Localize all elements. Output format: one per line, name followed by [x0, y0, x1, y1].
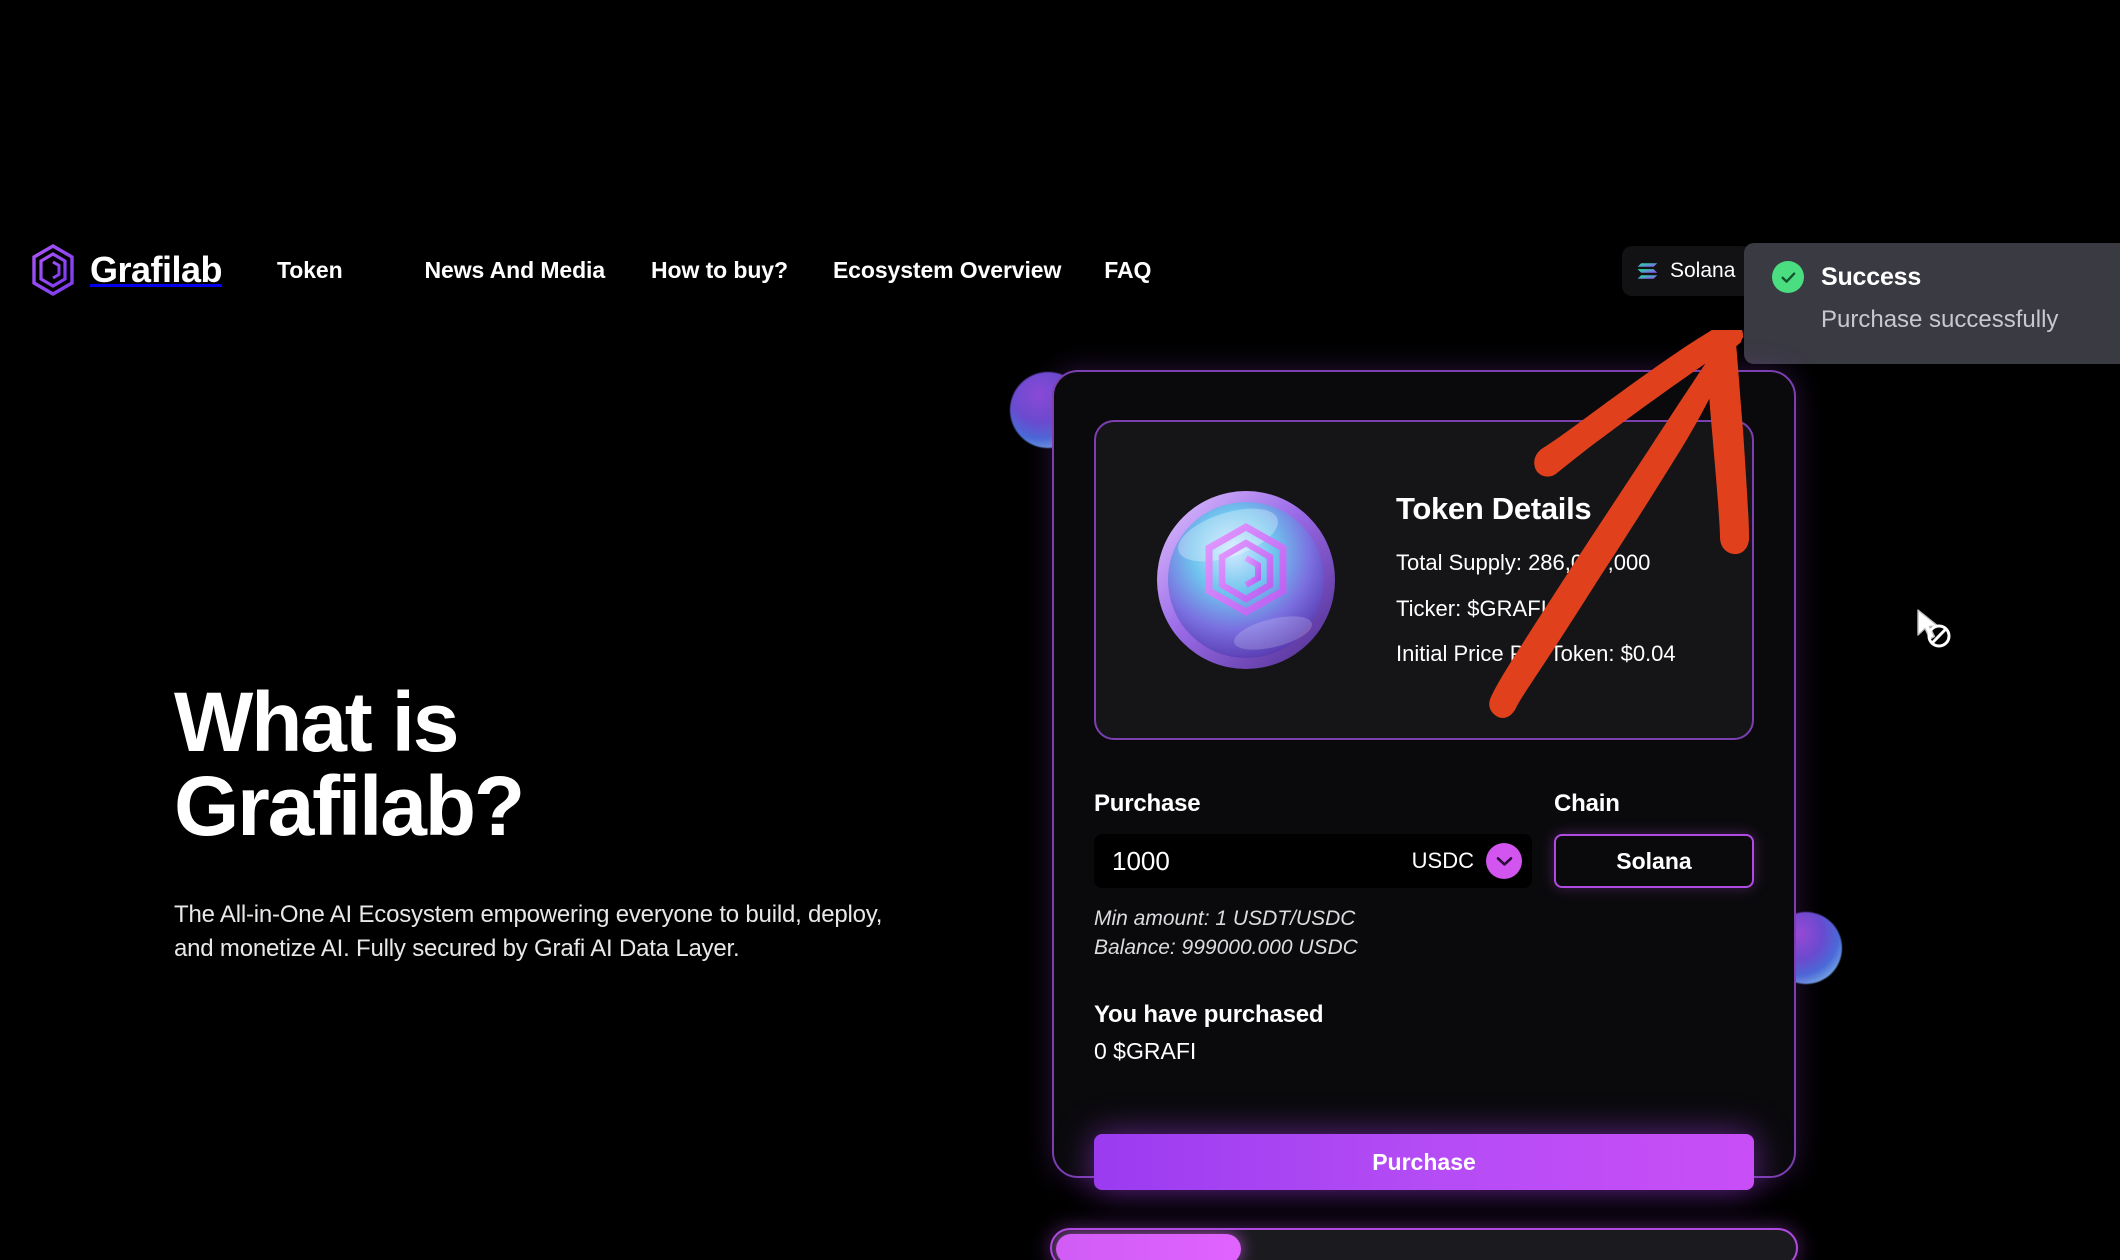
- grafilab-hexagon-logo-icon: [30, 244, 76, 296]
- brand-name: Grafilab: [90, 249, 223, 290]
- chain-select[interactable]: Solana: [1554, 834, 1754, 888]
- brand-logo-link[interactable]: Grafilab: [30, 230, 223, 310]
- main-navigation: Token News And Media How to buy? Ecosyst…: [277, 230, 1151, 310]
- sale-progress-bar: [1050, 1228, 1798, 1260]
- token-initial-price: Initial Price Per Token: $0.04: [1396, 641, 1676, 667]
- hero-section: What is Grafilab? The All-in-One AI Ecosy…: [174, 680, 974, 966]
- nav-item-token[interactable]: Token: [277, 257, 343, 284]
- toast-message: Purchase successfully: [1821, 306, 2059, 333]
- chevron-down-icon[interactable]: [1486, 843, 1522, 879]
- purchase-form: Purchase 1000 USDC Chain Solana Min amou…: [1094, 790, 1754, 1065]
- hero-heading-line1: What is: [174, 675, 459, 769]
- nav-item-news-and-media[interactable]: News And Media: [425, 257, 606, 284]
- sale-progress-fill: [1056, 1234, 1241, 1260]
- purchase-form-row: Purchase 1000 USDC Chain Solana: [1094, 790, 1754, 888]
- amount-input-wrapper[interactable]: 1000 USDC: [1094, 834, 1532, 888]
- chain-column: Chain Solana: [1554, 790, 1754, 888]
- token-details-text: Token Details Total Supply: 286,000,000 …: [1396, 491, 1694, 669]
- token-total-supply: Total Supply: 286,000,000: [1396, 550, 1651, 576]
- solana-logo-icon: [1636, 260, 1660, 282]
- mouse-cursor-not-allowed: [1914, 608, 1958, 652]
- hero-heading: What is Grafilab?: [174, 680, 974, 848]
- token-details-card: Token Details Total Supply: 286,000,000 …: [1094, 420, 1754, 740]
- header-chain-selector[interactable]: Solana: [1622, 246, 1752, 296]
- header-chain-label: Solana: [1670, 259, 1736, 282]
- token-coin-wrapper: [1096, 487, 1396, 673]
- amount-input[interactable]: 1000: [1112, 846, 1412, 877]
- purchased-value: 0 $GRAFI: [1094, 1037, 1197, 1064]
- min-amount-hint: Min amount: 1 USDT/USDC: [1094, 907, 1356, 930]
- success-toast[interactable]: Success Purchase successfully: [1744, 243, 2120, 364]
- purchased-summary: You have purchased 0 $GRAFI: [1094, 1001, 1754, 1065]
- token-ticker: Ticker: $GRAFI: [1396, 595, 1547, 621]
- toast-title: Success: [1821, 262, 1922, 291]
- page-root: Grafilab Token News And Media How to buy…: [0, 0, 2120, 1260]
- chain-field-label: Chain: [1554, 790, 1620, 817]
- nav-item-faq[interactable]: FAQ: [1104, 257, 1151, 284]
- hero-heading-line2: Grafilab?: [174, 759, 525, 853]
- form-hints: Min amount: 1 USDT/USDC Balance: 999000.…: [1094, 904, 1754, 963]
- purchase-submit-button[interactable]: Purchase: [1094, 1134, 1754, 1190]
- purchased-label: You have purchased: [1094, 1000, 1324, 1028]
- currency-label: USDC: [1411, 848, 1474, 873]
- amount-column: Purchase 1000 USDC: [1094, 790, 1532, 888]
- toast-header-row: Success: [1772, 261, 2120, 293]
- nav-item-ecosystem-overview[interactable]: Ecosystem Overview: [833, 257, 1061, 284]
- purchase-field-label: Purchase: [1094, 790, 1201, 817]
- grafilab-token-coin-icon: [1153, 487, 1339, 673]
- purchase-widget: Token Details Total Supply: 286,000,000 …: [1052, 370, 1796, 1190]
- token-details-title: Token Details: [1396, 491, 1592, 527]
- check-circle-icon: [1772, 261, 1804, 293]
- nav-item-how-to-buy[interactable]: How to buy?: [651, 257, 788, 284]
- chain-select-value: Solana: [1616, 847, 1692, 874]
- balance-hint: Balance: 999000.000 USDC: [1094, 936, 1358, 960]
- hero-paragraph: The All-in-One AI Ecosystem empowering e…: [174, 901, 883, 963]
